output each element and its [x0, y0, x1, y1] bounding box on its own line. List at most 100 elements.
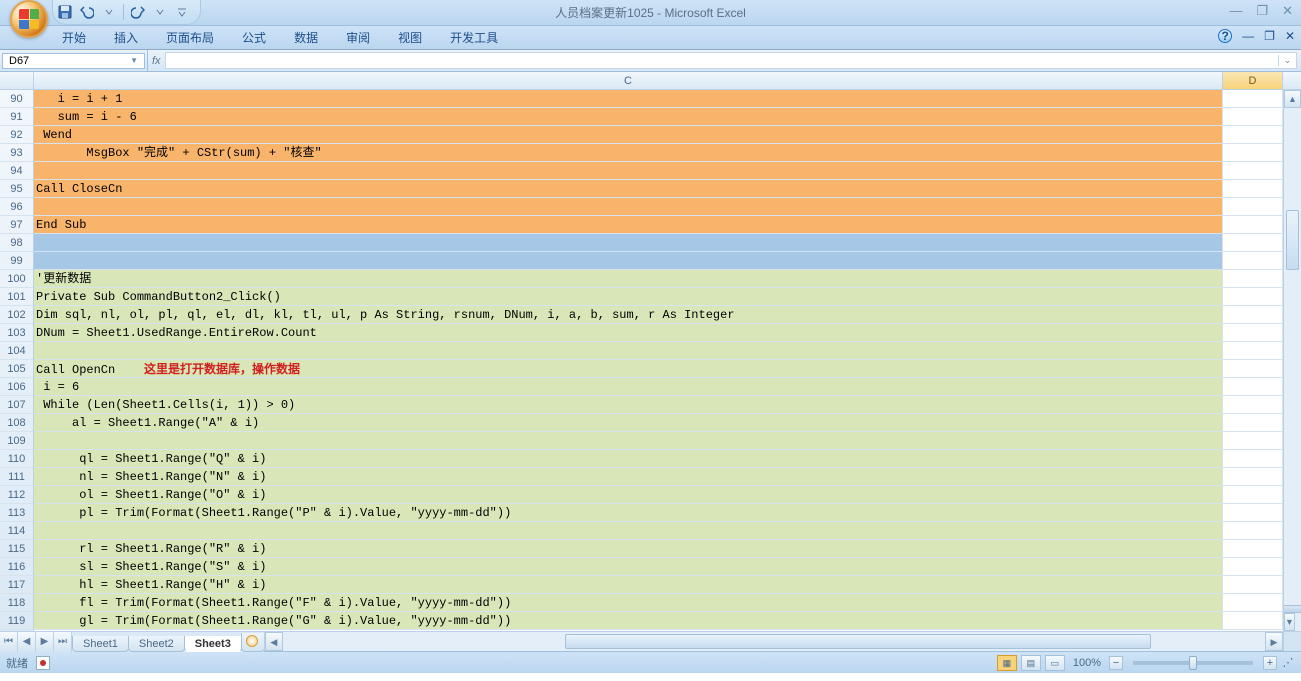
select-all-button[interactable]: [0, 72, 34, 89]
cell-c[interactable]: al = Sheet1.Range("A" & i): [34, 414, 1223, 431]
tab-pagelayout[interactable]: 页面布局: [152, 25, 228, 49]
cell-d[interactable]: [1223, 612, 1283, 629]
zoom-slider[interactable]: [1133, 661, 1253, 665]
cell-d[interactable]: [1223, 270, 1283, 287]
cell-d[interactable]: [1223, 576, 1283, 593]
view-pagebreak-icon[interactable]: ▭: [1045, 655, 1065, 671]
cell-c[interactable]: DNum = Sheet1.UsedRange.EntireRow.Count: [34, 324, 1223, 341]
cell-c[interactable]: Call OpenCn 这里是打开数据库，操作数据: [34, 360, 1223, 377]
cell-d[interactable]: [1223, 198, 1283, 215]
row-header[interactable]: 113: [0, 504, 33, 522]
restore-icon[interactable]: ❐: [1256, 3, 1268, 19]
ribbon-minimize-icon[interactable]: —: [1242, 29, 1254, 43]
tab-developer[interactable]: 开发工具: [436, 25, 512, 49]
cell-c[interactable]: Call CloseCn: [34, 180, 1223, 197]
row-header[interactable]: 97: [0, 216, 33, 234]
cell-d[interactable]: [1223, 126, 1283, 143]
column-header-c[interactable]: C: [34, 72, 1223, 89]
cell-c[interactable]: Private Sub CommandButton2_Click(): [34, 288, 1223, 305]
cell-d[interactable]: [1223, 216, 1283, 233]
row-header[interactable]: 96: [0, 198, 33, 216]
cell-d[interactable]: [1223, 450, 1283, 467]
sheet-nav-next-icon[interactable]: ▶: [36, 632, 54, 652]
qat-customize-icon[interactable]: [174, 4, 190, 20]
tab-formulas[interactable]: 公式: [228, 25, 280, 49]
cell-d[interactable]: [1223, 414, 1283, 431]
cell-c[interactable]: sum = i - 6: [34, 108, 1223, 125]
formula-bar[interactable]: ⌄: [165, 52, 1297, 69]
cell-c[interactable]: End Sub: [34, 216, 1223, 233]
cell-c[interactable]: pl = Trim(Format(Sheet1.Range("P" & i).V…: [34, 504, 1223, 521]
scroll-down-icon[interactable]: ▼: [1284, 613, 1295, 631]
cell-c[interactable]: [34, 432, 1223, 449]
cell-d[interactable]: [1223, 288, 1283, 305]
row-header[interactable]: 118: [0, 594, 33, 612]
cell-c[interactable]: Dim sql, nl, ol, pl, ql, el, dl, kl, tl,…: [34, 306, 1223, 323]
view-normal-icon[interactable]: ▦: [997, 655, 1017, 671]
macro-record-icon[interactable]: [36, 656, 50, 670]
row-header[interactable]: 109: [0, 432, 33, 450]
row-header[interactable]: 98: [0, 234, 33, 252]
tab-insert[interactable]: 插入: [100, 25, 152, 49]
row-header[interactable]: 119: [0, 612, 33, 630]
cell-c[interactable]: i = i + 1: [34, 90, 1223, 107]
row-header[interactable]: 112: [0, 486, 33, 504]
cell-d[interactable]: [1223, 432, 1283, 449]
row-header[interactable]: 101: [0, 288, 33, 306]
cell-d[interactable]: [1223, 342, 1283, 359]
cell-d[interactable]: [1223, 558, 1283, 575]
cell-c[interactable]: i = 6: [34, 378, 1223, 395]
row-header[interactable]: 106: [0, 378, 33, 396]
horizontal-scrollbar[interactable]: ◀ ▶: [264, 632, 1301, 651]
row-header[interactable]: 95: [0, 180, 33, 198]
sheet-nav-prev-icon[interactable]: ◀: [18, 632, 36, 652]
cell-d[interactable]: [1223, 90, 1283, 107]
cell-d[interactable]: [1223, 360, 1283, 377]
name-box-dropdown-icon[interactable]: ▼: [130, 56, 138, 65]
help-icon[interactable]: ?: [1218, 29, 1232, 43]
ribbon-restore-icon[interactable]: ❐: [1264, 29, 1275, 43]
cell-c[interactable]: ol = Sheet1.Range("O" & i): [34, 486, 1223, 503]
qat-dropdown-icon[interactable]: [101, 4, 117, 20]
minimize-icon[interactable]: —: [1229, 3, 1242, 19]
row-header[interactable]: 116: [0, 558, 33, 576]
scroll-right-icon[interactable]: ▶: [1265, 632, 1283, 651]
view-pagelayout-icon[interactable]: ▤: [1021, 655, 1041, 671]
column-header-d[interactable]: D: [1223, 72, 1283, 89]
row-header[interactable]: 99: [0, 252, 33, 270]
cell-d[interactable]: [1223, 252, 1283, 269]
cell-d[interactable]: [1223, 378, 1283, 395]
cell-d[interactable]: [1223, 108, 1283, 125]
row-header[interactable]: 115: [0, 540, 33, 558]
cell-c[interactable]: [34, 234, 1223, 251]
cell-c[interactable]: ql = Sheet1.Range("Q" & i): [34, 450, 1223, 467]
cells-area[interactable]: i = i + 1 sum = i - 6 Wend MsgBox "完成" +…: [34, 90, 1283, 631]
undo-icon[interactable]: [79, 4, 95, 20]
row-header[interactable]: 107: [0, 396, 33, 414]
ribbon-close-icon[interactable]: ✕: [1285, 29, 1295, 43]
sheet-nav-last-icon[interactable]: ⏭: [54, 632, 72, 652]
cell-c[interactable]: rl = Sheet1.Range("R" & i): [34, 540, 1223, 557]
cell-c[interactable]: [34, 522, 1223, 539]
horizontal-scroll-thumb[interactable]: [565, 634, 1151, 649]
cell-d[interactable]: [1223, 504, 1283, 521]
row-header[interactable]: 94: [0, 162, 33, 180]
row-header[interactable]: 110: [0, 450, 33, 468]
cell-d[interactable]: [1223, 540, 1283, 557]
row-header[interactable]: 105: [0, 360, 33, 378]
row-header[interactable]: 102: [0, 306, 33, 324]
name-box[interactable]: D67 ▼: [2, 53, 145, 69]
cell-c[interactable]: Wend: [34, 126, 1223, 143]
zoom-level[interactable]: 100%: [1073, 657, 1101, 669]
scroll-up-icon[interactable]: ▲: [1284, 90, 1301, 108]
vertical-scrollbar[interactable]: ▲ ▼: [1283, 90, 1301, 631]
cell-d[interactable]: [1223, 180, 1283, 197]
row-header[interactable]: 100: [0, 270, 33, 288]
fx-icon[interactable]: fx: [152, 55, 161, 67]
row-header[interactable]: 93: [0, 144, 33, 162]
row-header[interactable]: 108: [0, 414, 33, 432]
tab-data[interactable]: 数据: [280, 25, 332, 49]
row-header[interactable]: 92: [0, 126, 33, 144]
cell-d[interactable]: [1223, 324, 1283, 341]
cell-c[interactable]: While (Len(Sheet1.Cells(i, 1)) > 0): [34, 396, 1223, 413]
